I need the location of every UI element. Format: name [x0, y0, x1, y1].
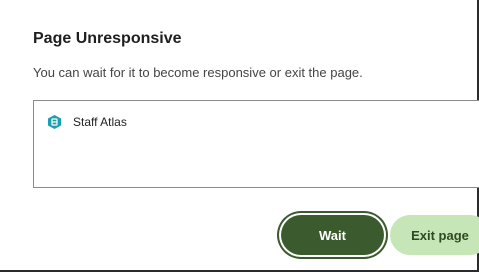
list-item: Staff Atlas: [48, 115, 127, 129]
dialog-title: Page Unresponsive: [33, 30, 182, 47]
staff-atlas-app-icon: [48, 115, 61, 129]
page-unresponsive-dialog: Page Unresponsive You can wait for it to…: [0, 0, 479, 272]
unresponsive-pages-list: Staff Atlas: [33, 100, 479, 188]
wait-button[interactable]: Wait: [281, 215, 384, 255]
dialog-message: You can wait for it to become responsive…: [33, 65, 363, 80]
exit-page-button[interactable]: Exit page: [390, 215, 479, 255]
list-item-label: Staff Atlas: [73, 115, 127, 129]
